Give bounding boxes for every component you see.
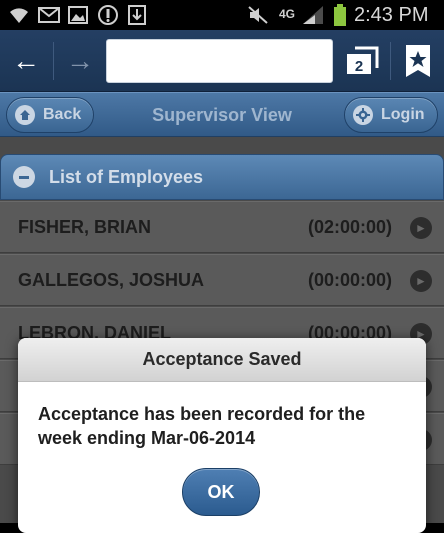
chevron-right-icon: ► — [410, 270, 432, 292]
minus-icon — [13, 166, 35, 188]
arrow-left-icon: ← — [12, 45, 40, 76]
mail-icon — [36, 5, 62, 25]
network-type: 4G — [278, 7, 295, 21]
bookmark-button[interactable] — [396, 40, 440, 82]
dialog-title: Acceptance Saved — [18, 338, 426, 382]
tabs-icon: 2 — [347, 46, 379, 75]
employee-name: FISHER, BRIAN — [18, 217, 152, 237]
list-item[interactable]: GALLEGOS, JOSHUA (00:00:00) ► — [0, 254, 444, 306]
app-header: Back Supervisor View Login — [0, 92, 444, 137]
arrow-right-icon: → — [66, 45, 94, 76]
separator — [53, 42, 54, 80]
acceptance-dialog: Acceptance Saved Acceptance has been rec… — [18, 338, 426, 533]
browser-forward-button[interactable]: → — [58, 40, 102, 82]
employee-list-title: List of Employees — [49, 166, 204, 187]
gear-icon — [353, 105, 373, 125]
download-icon — [126, 5, 148, 25]
chevron-right-icon: ► — [410, 217, 432, 239]
bookmark-icon — [406, 45, 430, 77]
employee-duration: (00:00:00) — [307, 270, 392, 290]
clock: 2:43 PM — [354, 4, 429, 26]
battery-icon — [332, 4, 348, 26]
list-item[interactable]: FISHER, BRIAN (02:00:00) ► — [0, 201, 444, 253]
tabs-button[interactable]: 2 — [340, 40, 384, 82]
employee-list-header[interactable]: List of Employees — [0, 154, 444, 200]
employee-name: GALLEGOS, JOSHUA — [18, 270, 205, 290]
wifi-icon — [6, 5, 32, 25]
signal-icon — [300, 5, 326, 25]
login-button[interactable]: Login — [344, 97, 438, 133]
browser-toolbar: ← → 2 — [0, 30, 444, 92]
tab-count: 2 — [355, 58, 363, 75]
login-button-label: Login — [381, 106, 425, 123]
image-icon — [66, 5, 90, 25]
browser-back-button[interactable]: ← — [4, 40, 48, 82]
upload-icon — [96, 5, 120, 25]
ok-button[interactable]: OK — [182, 468, 260, 516]
mute-icon — [246, 5, 270, 25]
dialog-message: Acceptance has been recorded for the wee… — [38, 404, 366, 448]
status-bar: 4G 2:43 PM — [0, 0, 444, 30]
url-input[interactable] — [106, 39, 333, 83]
separator — [390, 42, 391, 80]
employee-duration: (02:00:00) — [307, 217, 392, 237]
